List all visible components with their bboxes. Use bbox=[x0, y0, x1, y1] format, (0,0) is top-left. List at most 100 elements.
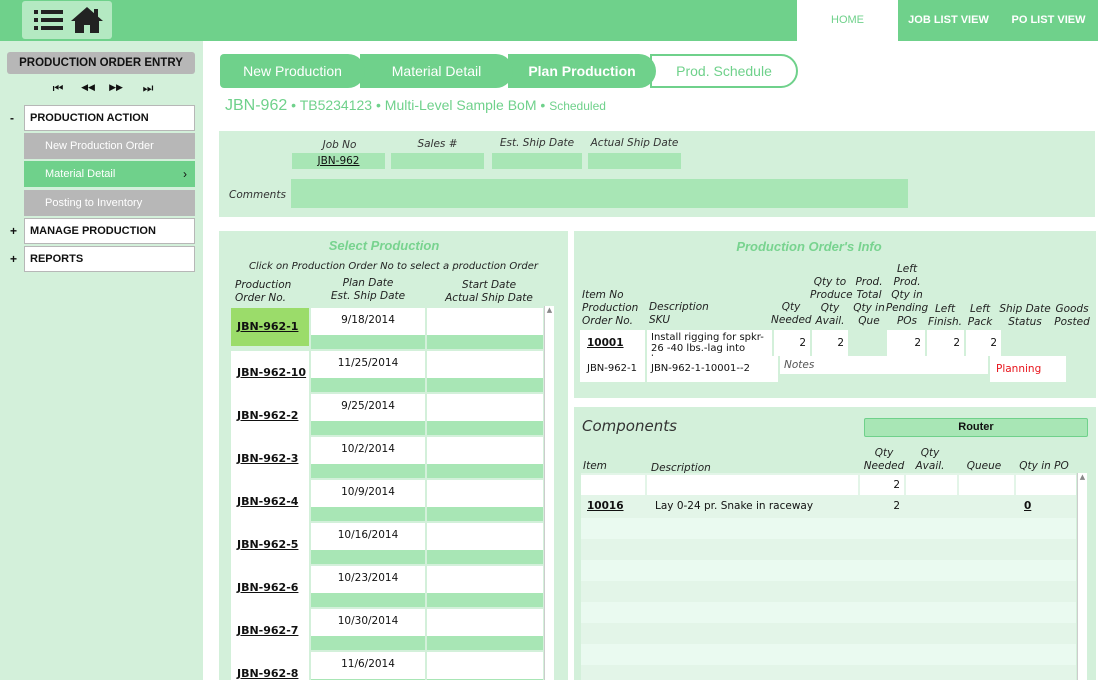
item-no-link[interactable]: 10001 bbox=[580, 330, 645, 356]
left-prod-pending-header: Left Prod. Qty in Pending POs bbox=[885, 263, 929, 328]
step-new-production[interactable]: New Production bbox=[220, 54, 365, 88]
production-order-link[interactable]: JBN-962-3 bbox=[231, 437, 309, 480]
production-order-link[interactable]: JBN-962-10 bbox=[231, 351, 309, 394]
header-line: Avail. bbox=[815, 315, 845, 327]
sidebar-item-reports[interactable]: REPORTS bbox=[24, 246, 195, 272]
first-record-icon[interactable]: ⏮ bbox=[48, 81, 68, 96]
plan-date: 9/18/2014 bbox=[311, 308, 425, 335]
qty-needed-header: Qty Needed bbox=[771, 301, 812, 327]
header-line: Ship Date bbox=[999, 303, 1051, 315]
production-order-link[interactable]: JBN-962-1 bbox=[231, 308, 309, 346]
sidebar-item-new-production-order[interactable]: New Production Order bbox=[24, 133, 195, 159]
header-line: Qty to bbox=[813, 276, 847, 288]
start-date bbox=[427, 480, 543, 507]
header-line: Pending bbox=[885, 302, 929, 314]
actual-ship-date bbox=[427, 378, 543, 392]
nav-job-list-tab[interactable]: JOB LIST VIEW bbox=[898, 0, 999, 41]
sidebar-item-material-detail[interactable]: Material Detail › bbox=[24, 161, 195, 187]
router-button[interactable]: Router bbox=[864, 418, 1088, 437]
header-line: Order No. bbox=[235, 292, 286, 304]
expand-manage-production-icon[interactable]: + bbox=[10, 224, 17, 238]
job-id: JBN-962 bbox=[225, 97, 288, 114]
description-sku-header: Description SKU bbox=[649, 301, 709, 327]
header-line: Qty bbox=[820, 302, 840, 314]
components-scrollbar[interactable]: ▲ bbox=[1077, 473, 1087, 680]
sidebar-item-manage-production[interactable]: MANAGE PRODUCTION bbox=[24, 218, 195, 244]
sales-field[interactable] bbox=[391, 153, 484, 169]
production-order-link[interactable]: JBN-962-4 bbox=[231, 480, 309, 523]
est-ship-date bbox=[311, 378, 425, 392]
header-line: Prod. bbox=[855, 276, 883, 288]
empty-row bbox=[581, 560, 1076, 581]
actual-ship-date bbox=[427, 593, 543, 607]
start-date-header: Start Date Actual Ship Date bbox=[434, 279, 544, 305]
select-production-hint: Click on Production Order No to select a… bbox=[248, 261, 539, 272]
nav-home-tab[interactable]: HOME bbox=[797, 0, 898, 41]
step-prod-schedule[interactable]: Prod. Schedule bbox=[650, 54, 798, 88]
component-qty-in-po-link[interactable]: 0 bbox=[1016, 496, 1076, 517]
empty-row bbox=[581, 644, 1076, 665]
plan-date: 10/30/2014 bbox=[311, 609, 425, 636]
header-line: Que bbox=[858, 315, 880, 327]
previous-record-icon[interactable]: ◀◀ bbox=[78, 83, 98, 93]
comments-field[interactable] bbox=[291, 179, 908, 208]
actual-ship-date-field[interactable] bbox=[588, 153, 681, 169]
expand-reports-icon[interactable]: + bbox=[10, 252, 17, 266]
header-line: Pack bbox=[967, 316, 993, 328]
chevron-right-icon: › bbox=[183, 167, 187, 181]
empty-row bbox=[581, 623, 1076, 644]
home-icon[interactable] bbox=[70, 6, 104, 34]
header-line: Qty in bbox=[853, 302, 885, 314]
item-no-header: Item No Production Order No. bbox=[582, 289, 638, 328]
total-queue bbox=[959, 475, 1014, 495]
list-item: JBN-962-10 11/25/2014 bbox=[231, 351, 543, 394]
step-plan-production[interactable]: Plan Production bbox=[506, 54, 656, 88]
notes-field[interactable]: Notes bbox=[780, 356, 988, 374]
production-order-link[interactable]: JBN-962-7 bbox=[231, 609, 309, 652]
sidebar: PRODUCTION ORDER ENTRY ⏮ ◀◀ ▶▶ ⏭ - PRODU… bbox=[0, 41, 203, 680]
nav-po-list-tab[interactable]: PO LIST VIEW bbox=[999, 0, 1098, 41]
est-ship-date-field[interactable] bbox=[492, 153, 582, 169]
list-item: JBN-962-5 10/16/2014 bbox=[231, 523, 543, 566]
step-material-detail[interactable]: Material Detail bbox=[358, 54, 513, 88]
sidebar-item-production-action[interactable]: PRODUCTION ACTION bbox=[24, 105, 195, 131]
actual-ship-date bbox=[427, 550, 543, 564]
est-ship-date bbox=[311, 464, 425, 478]
job-no-field[interactable]: JBN-962 bbox=[292, 153, 385, 169]
actual-ship-date bbox=[427, 421, 543, 435]
qty-avail-header: Qty Avail. bbox=[909, 447, 951, 473]
start-date bbox=[427, 437, 543, 464]
production-order-link[interactable]: JBN-962-8 bbox=[231, 652, 309, 680]
header-line: Needed bbox=[863, 460, 905, 472]
select-production-title: Select Production bbox=[328, 238, 440, 253]
left-pack-header: Left Pack bbox=[964, 303, 996, 329]
job-no-label: Job No bbox=[322, 139, 357, 151]
header-line: Prod. bbox=[893, 276, 921, 288]
production-order-list: JBN-962-1 9/18/2014 JBN-962-10 11/25/201… bbox=[231, 306, 543, 680]
start-date bbox=[427, 308, 543, 335]
header-line: Qty bbox=[920, 447, 940, 459]
header-line: Qty in bbox=[891, 289, 923, 301]
collapse-production-action-icon[interactable]: - bbox=[10, 111, 14, 125]
job-reference: TB5234123 bbox=[299, 97, 373, 113]
sidebar-item-posting-to-inventory[interactable]: Posting to Inventory bbox=[24, 190, 195, 216]
qty-avail: 2 bbox=[812, 330, 848, 356]
header-line: Item No bbox=[582, 289, 624, 301]
next-record-icon[interactable]: ▶▶ bbox=[106, 83, 126, 93]
total-qty-in-po bbox=[1016, 475, 1076, 495]
header-line: Plan Date bbox=[342, 277, 394, 289]
empty-row bbox=[581, 518, 1076, 539]
start-date bbox=[427, 566, 543, 593]
left-pack: 2 bbox=[966, 330, 1001, 356]
production-order-link[interactable]: JBN-962-5 bbox=[231, 523, 309, 566]
header-line: Left bbox=[969, 303, 991, 315]
production-order-link[interactable]: JBN-962-2 bbox=[231, 394, 309, 437]
actual-ship-date bbox=[427, 636, 543, 650]
qty-produce-avail-header: Qty to Produce Qty Avail. bbox=[810, 276, 853, 328]
last-record-icon[interactable]: ⏭ bbox=[138, 81, 158, 96]
component-item-link[interactable]: 10016 bbox=[581, 496, 645, 517]
production-list-scrollbar[interactable]: ▲ bbox=[544, 306, 554, 680]
plan-date: 10/16/2014 bbox=[311, 523, 425, 550]
list-menu-icon[interactable] bbox=[33, 8, 65, 32]
production-order-link[interactable]: JBN-962-6 bbox=[231, 566, 309, 609]
